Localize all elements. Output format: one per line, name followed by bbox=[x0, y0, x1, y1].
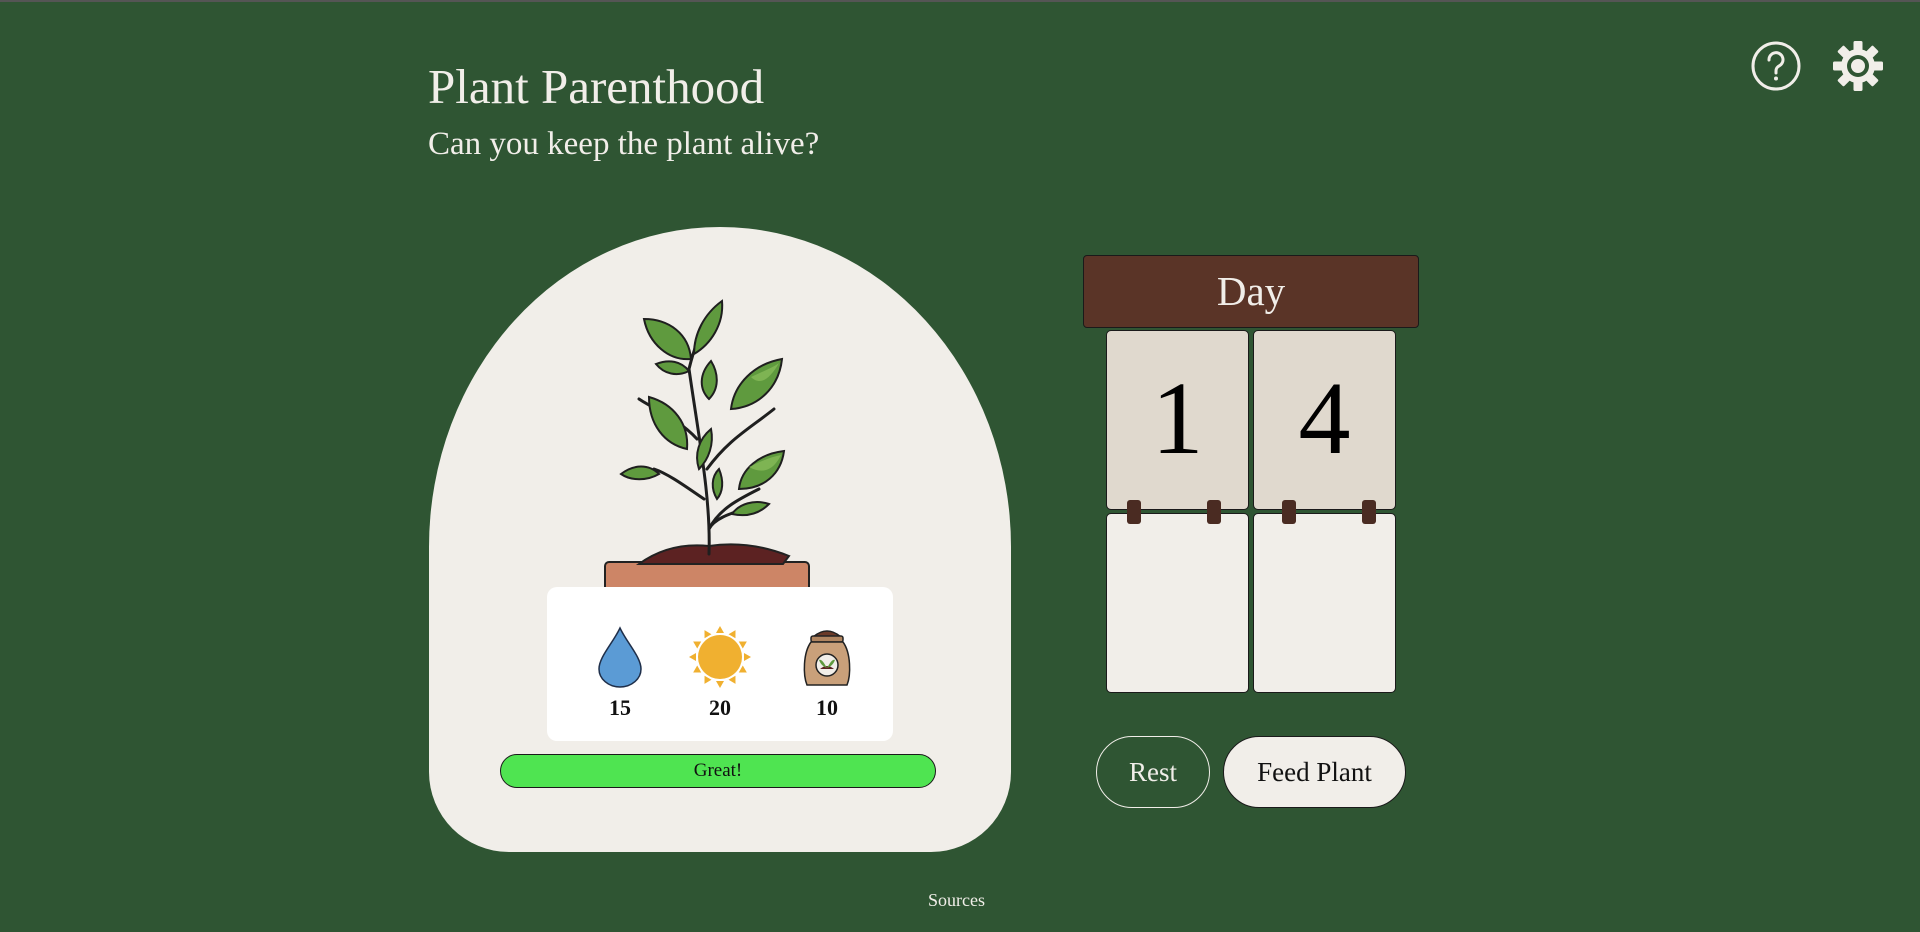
water-value: 15 bbox=[609, 695, 631, 720]
sources-link[interactable]: Sources bbox=[928, 890, 985, 911]
day-digit-tens: 1 bbox=[1106, 330, 1249, 510]
gear-icon bbox=[1833, 41, 1883, 91]
fertilizer-value: 10 bbox=[816, 695, 838, 720]
page-subtitle: Can you keep the plant alive? bbox=[428, 126, 820, 162]
fertilizer-bag-icon bbox=[803, 630, 851, 686]
feed-plant-button[interactable]: Feed Plant bbox=[1223, 736, 1406, 808]
help-button[interactable] bbox=[1750, 40, 1802, 92]
rest-button[interactable]: Rest bbox=[1096, 736, 1210, 808]
day-header: Day bbox=[1083, 255, 1419, 328]
day-flip-card-lower-ones bbox=[1253, 513, 1396, 693]
calendar-ring bbox=[1282, 500, 1296, 524]
day-digit-ones-value: 4 bbox=[1298, 361, 1351, 476]
sun-stat: 20 bbox=[685, 625, 755, 721]
calendar-ring bbox=[1127, 500, 1141, 524]
health-status-bar: Great! bbox=[500, 754, 936, 788]
sun-icon bbox=[689, 626, 751, 688]
day-flip-card-lower-tens bbox=[1106, 513, 1249, 693]
calendar-ring bbox=[1362, 500, 1376, 524]
sun-value: 20 bbox=[709, 695, 731, 720]
page-title: Plant Parenthood bbox=[428, 59, 765, 114]
day-digit-tens-value: 1 bbox=[1151, 361, 1204, 476]
plant-panel: 15 20 10 Great! bbox=[429, 227, 1011, 852]
potted-plant-illustration bbox=[604, 299, 810, 599]
water-stat: 15 bbox=[585, 625, 655, 721]
fertilizer-stat: 10 bbox=[792, 625, 862, 721]
plant-stats-card: 15 20 10 bbox=[547, 587, 893, 741]
day-digit-ones: 4 bbox=[1253, 330, 1396, 510]
question-mark-circle-icon bbox=[1751, 41, 1801, 91]
water-drop-icon bbox=[598, 626, 642, 688]
calendar-ring bbox=[1207, 500, 1221, 524]
settings-button[interactable] bbox=[1832, 40, 1884, 92]
